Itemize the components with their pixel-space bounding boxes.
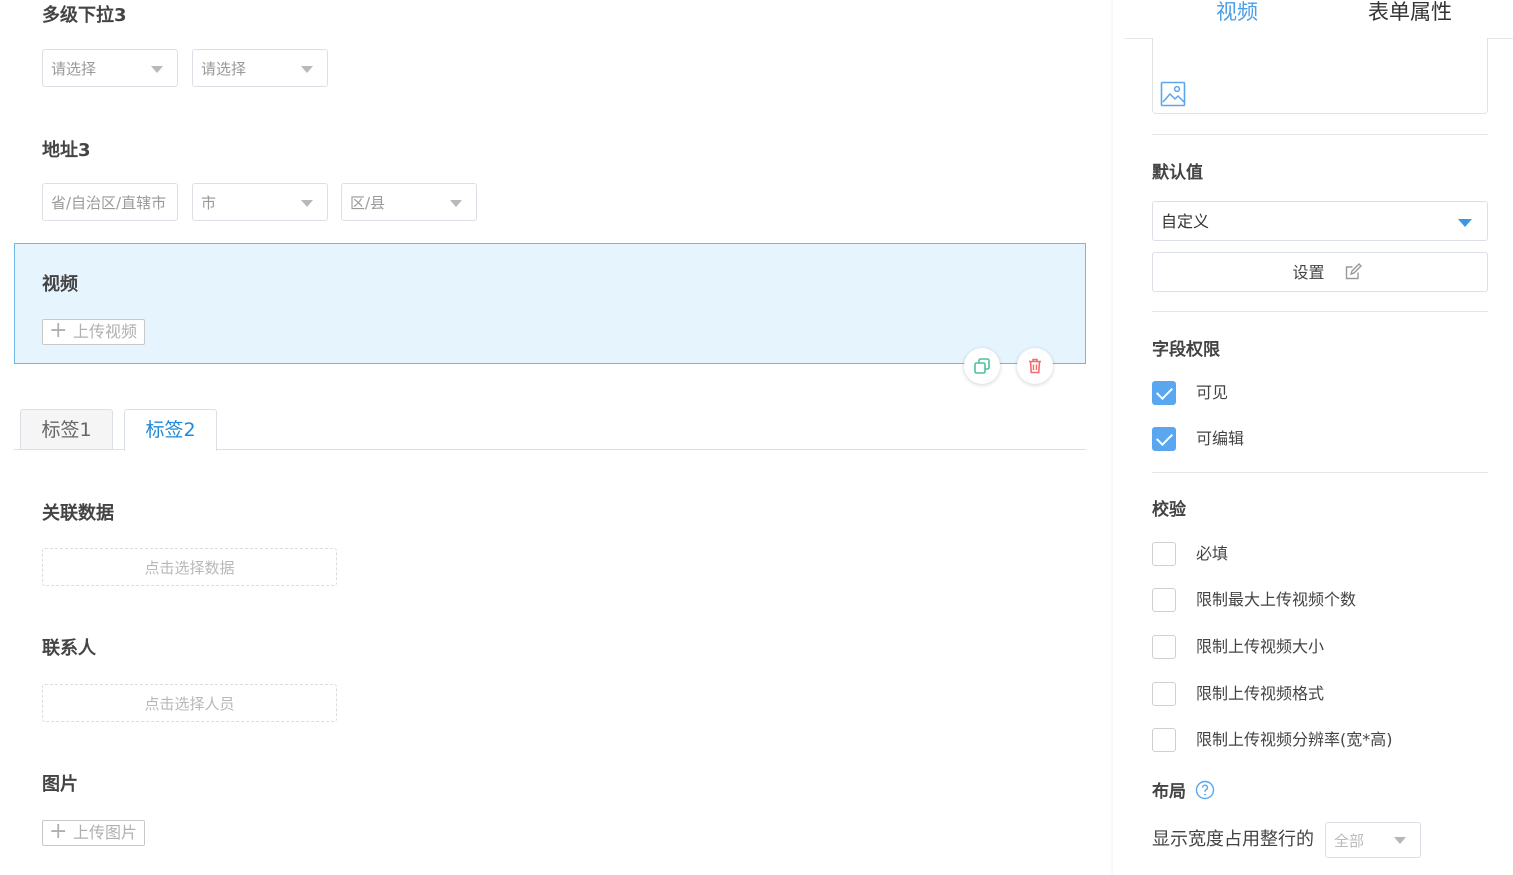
width-select[interactable]: 全部 — [1325, 822, 1421, 858]
upload-image-button[interactable]: + 上传图片 — [42, 820, 145, 846]
default-value-select[interactable]: 自定义 — [1152, 201, 1488, 241]
city-select[interactable]: 市 — [192, 183, 328, 221]
max-size-checkbox[interactable] — [1152, 635, 1176, 659]
field-title-image: 图片 — [42, 774, 78, 795]
field-permission-title: 字段权限 — [1152, 340, 1220, 360]
max-count-label: 限制最大上传视频个数 — [1196, 590, 1357, 609]
resolution-label: 限制上传视频分辨率(宽*高) — [1196, 730, 1393, 749]
max-count-checkbox[interactable] — [1152, 588, 1176, 612]
upload-label: 上传图片 — [73, 823, 138, 842]
upload-video-button[interactable]: + 上传视频 — [42, 319, 145, 345]
field-title-cascader: 多级下拉3 — [42, 5, 127, 26]
cascader-select-1[interactable]: 请选择 — [42, 49, 178, 87]
chevron-down-icon — [151, 66, 163, 73]
field-title-related: 关联数据 — [42, 503, 114, 524]
tab-label2[interactable]: 标签2 — [124, 409, 217, 451]
panel-tabs: 视频 表单属性 — [1124, 0, 1513, 39]
video-field-selected[interactable] — [14, 243, 1086, 364]
field-title-address: 地址3 — [42, 140, 91, 161]
validation-title: 校验 — [1152, 500, 1186, 520]
setting-button[interactable]: 设置 — [1152, 252, 1488, 292]
divider — [1152, 472, 1488, 473]
chevron-down-icon — [301, 200, 313, 207]
image-icon — [1160, 81, 1186, 107]
delete-field-button[interactable] — [1017, 348, 1053, 384]
width-value: 全部 — [1334, 832, 1365, 850]
width-label: 显示宽度占用整行的 — [1152, 829, 1314, 850]
tab-label1[interactable]: 标签1 — [20, 409, 113, 450]
divider — [1152, 134, 1488, 135]
divider — [1152, 311, 1488, 312]
default-value-selected: 自定义 — [1161, 212, 1210, 231]
chevron-down-icon — [1458, 219, 1472, 227]
chevron-down-icon — [1394, 837, 1406, 844]
cover-image-area[interactable] — [1152, 38, 1488, 114]
province-select[interactable]: 省/自治区/直辖市 — [42, 183, 178, 221]
required-checkbox[interactable] — [1152, 542, 1176, 566]
required-label: 必填 — [1196, 544, 1229, 563]
setting-label: 设置 — [1292, 263, 1325, 282]
form-canvas: 多级下拉3 请选择 请选择 地址3 省/自治区/直辖市 市 区/县 视频 + 上… — [0, 0, 1112, 875]
max-size-label: 限制上传视频大小 — [1196, 637, 1325, 656]
tab-video[interactable]: 视频 — [1216, 0, 1258, 30]
cascader-select-2[interactable]: 请选择 — [192, 49, 328, 87]
chevron-down-icon — [450, 200, 462, 207]
plus-icon: + — [49, 819, 68, 844]
help-circle-icon[interactable] — [1195, 780, 1215, 800]
visible-checkbox[interactable] — [1152, 381, 1176, 405]
layout-title: 布局 — [1152, 782, 1186, 802]
district-select[interactable]: 区/县 — [341, 183, 477, 221]
copy-field-button[interactable] — [964, 348, 1000, 384]
default-value-title: 默认值 — [1152, 163, 1203, 183]
chevron-down-icon — [301, 66, 313, 73]
select-person-input[interactable]: 点击选择人员 — [42, 684, 337, 722]
select-data-input[interactable]: 点击选择数据 — [42, 548, 337, 586]
upload-label: 上传视频 — [73, 322, 138, 341]
field-title-contact: 联系人 — [42, 638, 96, 659]
visible-label: 可见 — [1196, 383, 1229, 402]
select-placeholder: 省/自治区/直辖市 — [51, 194, 167, 212]
tab-form-properties[interactable]: 表单属性 — [1368, 0, 1452, 30]
editable-label: 可编辑 — [1196, 429, 1245, 448]
resolution-checkbox[interactable] — [1152, 728, 1176, 752]
field-title-video: 视频 — [42, 274, 78, 295]
trash-icon — [1029, 358, 1041, 374]
format-label: 限制上传视频格式 — [1196, 684, 1325, 703]
plus-icon: + — [49, 318, 68, 343]
edit-icon — [1345, 263, 1362, 280]
editable-checkbox[interactable] — [1152, 427, 1176, 451]
format-checkbox[interactable] — [1152, 682, 1176, 706]
copy-icon — [974, 358, 990, 374]
